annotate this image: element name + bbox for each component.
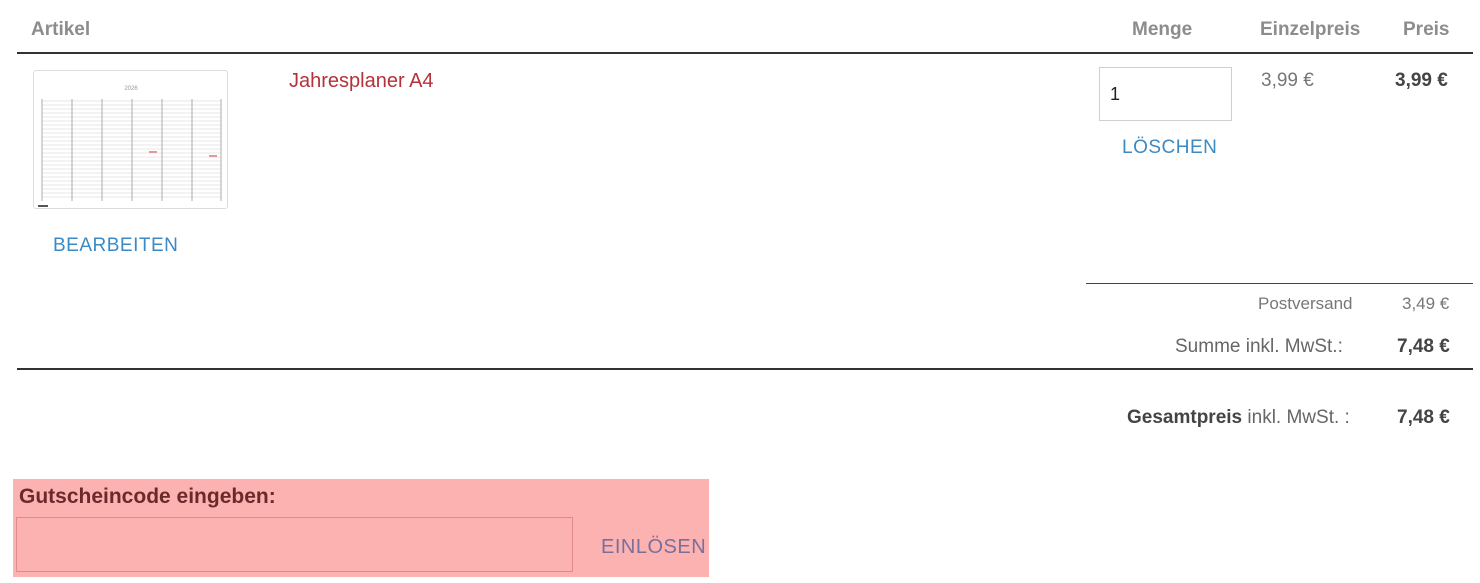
edit-link[interactable]: BEARBEITEN [53, 235, 178, 257]
voucher-box: Gutscheincode eingeben: EINLÖSEN [13, 479, 709, 577]
product-thumbnail[interactable]: 2026 [33, 70, 228, 209]
header-divider [17, 52, 1473, 54]
unit-price-value: 3,99 € [1261, 70, 1314, 91]
item-price-value: 3,99 € [1395, 70, 1448, 91]
sum-label: Summe inkl. MwSt.: [1175, 336, 1343, 357]
grand-total-label-rest: inkl. MwSt. : [1242, 407, 1350, 428]
shipping-label: Postversand [1258, 294, 1353, 313]
delete-link[interactable]: LÖSCHEN [1122, 137, 1217, 159]
column-header-article: Artikel [31, 19, 91, 40]
redeem-button[interactable]: EINLÖSEN [601, 536, 706, 559]
column-header-unit-price: Einzelpreis [1260, 19, 1361, 40]
voucher-title: Gutscheincode eingeben: [19, 485, 276, 508]
summary-divider [1086, 283, 1473, 284]
summary-bottom-divider [17, 368, 1473, 370]
shipping-value: 3,49 € [1402, 294, 1450, 313]
grand-total-label: Gesamtpreis inkl. MwSt. : [1127, 407, 1350, 429]
sum-value: 7,48 € [1397, 336, 1450, 357]
calendar-thumbnail-image: 2026 [38, 86, 222, 207]
quantity-input[interactable] [1099, 67, 1232, 121]
thumbnail-year: 2026 [124, 86, 138, 92]
product-name-link[interactable]: Jahresplaner A4 [289, 70, 434, 93]
column-header-price: Preis [1403, 19, 1450, 40]
column-header-quantity: Menge [1132, 19, 1193, 40]
voucher-code-input[interactable] [16, 517, 573, 572]
grand-total-value: 7,48 € [1397, 407, 1450, 428]
grand-total-label-bold: Gesamtpreis [1127, 407, 1243, 428]
